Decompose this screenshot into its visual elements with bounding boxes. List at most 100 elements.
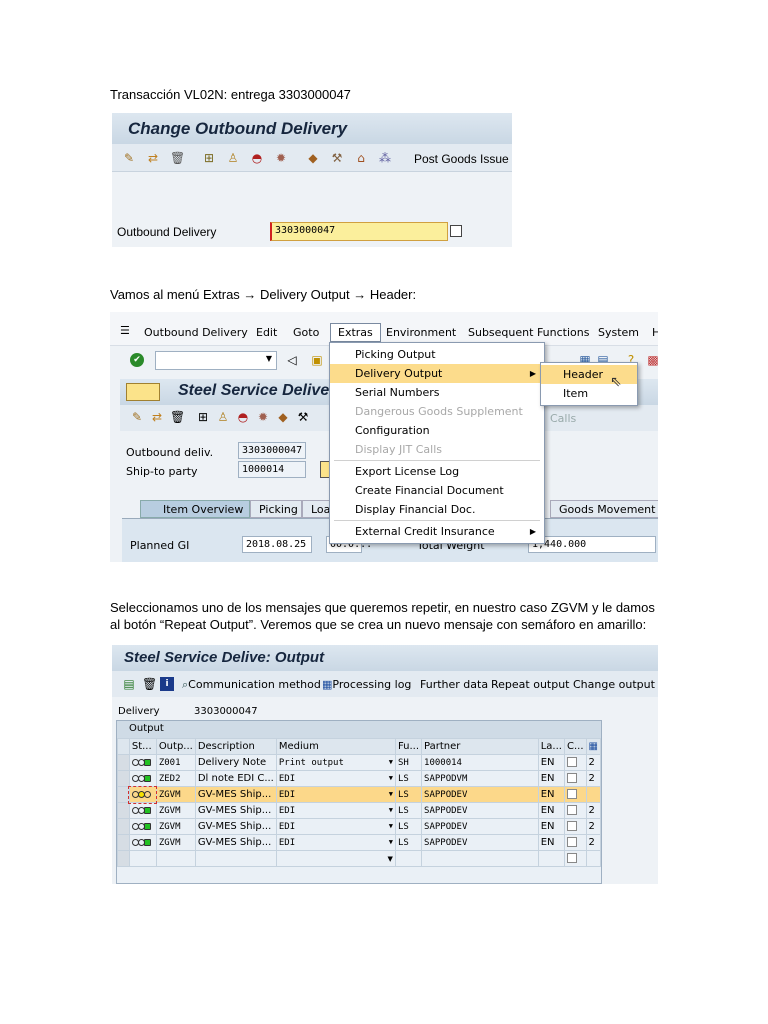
row-selector[interactable] [117,834,130,851]
cell-description[interactable]: GV-MES Ship... [194,818,277,835]
command-field[interactable]: ▼ [155,351,277,370]
col-output[interactable]: Outp... [155,738,196,755]
table-row[interactable]: ZGVM GV-MES Ship... EDI ▼ LS SAPPODEV EN 2 [117,818,602,835]
planned-gi-date[interactable]: 2018.08.25 [242,536,312,553]
change-output-button[interactable]: Change output [573,678,655,691]
dropdown-icon[interactable]: ▼ [389,790,393,798]
outbound-delivery-input[interactable]: 3303000047 [270,222,448,241]
hat-icon[interactable]: ◓ [236,410,250,424]
menu-item-configuration[interactable]: Configuration [330,421,544,440]
trash-icon[interactable]: 🗑 [170,151,185,165]
further-data-button[interactable]: Further data [420,678,488,691]
menu-item-serial-numbers[interactable]: Serial Numbers [330,383,544,402]
col-c[interactable]: C... [563,738,587,755]
back-arrow-icon[interactable]: ◁ [285,353,299,367]
menu-item-export-license-log[interactable]: Export License Log [330,462,544,481]
picking-icon[interactable]: ⚒ [296,410,310,424]
menu-item-item[interactable]: Item [541,384,637,403]
document-flow-icon[interactable]: ⊞ [196,410,210,424]
hat-icon[interactable]: ◓ [250,151,264,165]
cell-output[interactable]: ZED2 [155,770,196,787]
cell-checkbox[interactable] [563,818,587,835]
cell-function[interactable]: LS [394,834,423,851]
trash-icon[interactable]: 🗑 [142,677,157,691]
menu-extras[interactable]: Extras [330,323,381,342]
cell-checkbox[interactable] [563,850,587,867]
dropdown-icon[interactable]: ▼ [389,838,393,846]
cell-description[interactable]: Delivery Note [194,754,277,771]
cell-checkbox[interactable] [563,754,587,771]
cell-checkbox[interactable] [563,802,587,819]
cell[interactable] [155,850,196,867]
cell-description[interactable]: GV-MES Ship... [194,786,277,803]
row-selector[interactable] [117,850,130,867]
cell-medium[interactable]: EDI ▼ [275,802,396,819]
checkbox[interactable] [566,805,577,815]
screen-menu-icon[interactable] [126,383,160,401]
total-weight-field[interactable]: 1,440.000 [528,536,656,553]
picking-icon[interactable]: ⚒ [330,151,344,165]
menu-environment[interactable]: Environment [386,326,456,339]
checkbox[interactable] [566,837,577,847]
other-object-icon[interactable]: ⇄ [146,151,160,165]
cell-output[interactable]: Z001 [155,754,196,771]
menu-subsequent-functions[interactable]: Subsequent Functions [468,326,589,339]
cell-partner[interactable]: SAPPODEV [421,802,539,819]
cell-medium[interactable]: Print output ▼ [275,754,396,771]
enter-icon[interactable]: ✔ [130,353,144,367]
cell-description[interactable]: GV-MES Ship... [194,834,277,851]
col-partner[interactable]: Partner [421,738,539,755]
cell-output[interactable]: ZGVM [155,802,196,819]
checkbox[interactable] [566,757,577,767]
col-function[interactable]: Fu... [394,738,423,755]
cell-partner[interactable]: 1000014 [421,754,539,771]
cell-language[interactable]: EN [537,834,565,851]
fire-icon[interactable]: ✹ [274,151,288,165]
table-row[interactable]: ZED2 Dl note EDI C... EDI ▼ LS SAPPODVM EN 2 [117,770,602,787]
dropdown-icon[interactable]: ▼ [275,850,396,867]
menu-item-display-financial-doc[interactable]: Display Financial Doc. [330,500,544,519]
cell[interactable] [194,850,277,867]
menu-item-create-financial-document[interactable]: Create Financial Document [330,481,544,500]
cell-language[interactable]: EN [537,770,565,787]
cell-function[interactable]: LS [394,818,423,835]
row-selector[interactable] [117,802,130,819]
cell-medium[interactable]: EDI ▼ [275,786,396,803]
tab-goods-movement[interactable]: Goods Movement Da [550,500,658,529]
communication-method-button[interactable]: ⌕Communication method [182,678,321,692]
possible-entries-icon[interactable] [450,225,462,237]
menu-system[interactable]: System [598,326,639,339]
cell-medium[interactable]: EDI ▼ [275,834,396,851]
repeat-output-button[interactable]: Repeat output [491,678,570,691]
cell-partner[interactable]: SAPPODEV [421,786,539,803]
menu-item-header[interactable]: Header [541,365,637,384]
col-medium[interactable]: Medium [275,738,396,755]
menu-item-delivery-output[interactable]: Delivery Output ▶ [330,364,544,383]
cell-partner[interactable]: SAPPODEV [421,818,539,835]
checkbox[interactable] [566,853,577,863]
cell[interactable] [537,850,565,867]
post-goods-issue-button[interactable]: Post Goods Issue [414,152,509,166]
table-row[interactable]: Z001 Delivery Note Print output ▼ SH 1000014 E… [117,754,602,771]
cell-language[interactable]: EN [537,786,565,803]
cell-medium[interactable]: EDI ▼ [275,770,396,787]
row-selector[interactable] [117,818,130,835]
dropdown-icon[interactable]: ▼ [389,822,393,830]
cell-medium[interactable]: EDI ▼ [275,818,396,835]
person-icon[interactable]: ♙ [226,151,240,165]
checkbox[interactable] [566,821,577,831]
pencil-icon[interactable]: ✎ [122,151,136,165]
col-status[interactable]: St... [128,738,157,755]
cell-checkbox[interactable] [563,834,587,851]
grid-icon[interactable]: ⁂ [378,151,392,165]
menu-help[interactable]: H [652,326,658,339]
cell-function[interactable]: LS [394,786,423,803]
table-row[interactable]: ZGVM GV-MES Ship... EDI ▼ LS SAPPODEV EN 2 [117,834,602,851]
cell-function[interactable]: LS [394,770,423,787]
menu-edit[interactable]: Edit [256,326,277,339]
menu-icon[interactable]: ☰ [120,324,130,337]
dropdown-icon[interactable]: ▼ [389,758,393,766]
fire-icon[interactable]: ✹ [256,410,270,424]
cell-language[interactable]: EN [537,802,565,819]
person-icon[interactable]: ♙ [216,410,230,424]
